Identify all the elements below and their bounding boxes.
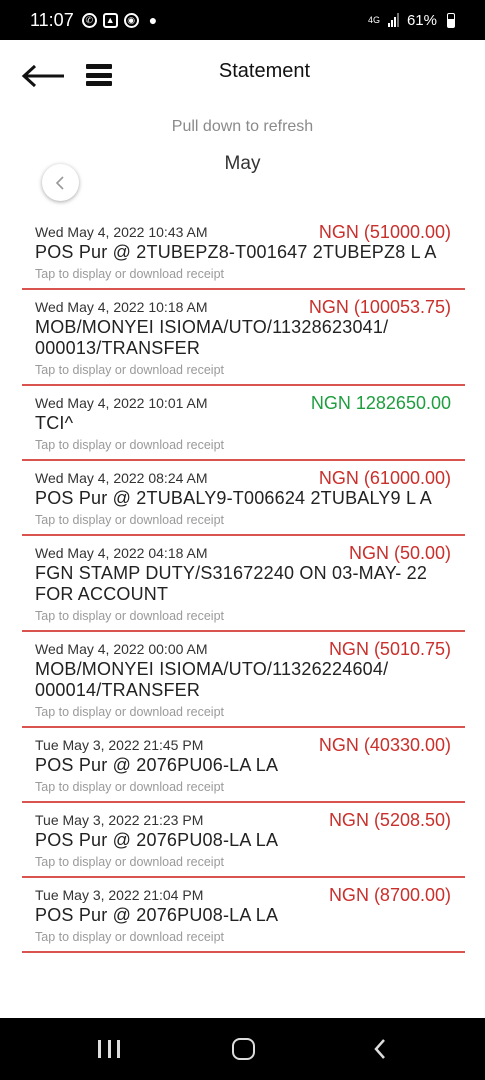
transaction-row[interactable]: Wed May 4, 2022 10:43 AM NGN (51000.00) …	[22, 215, 465, 290]
network-type-icon: 4G	[367, 14, 380, 25]
transaction-row[interactable]: Tue May 3, 2022 21:45 PM NGN (40330.00) …	[22, 728, 465, 803]
receipt-hint-link[interactable]: Tap to display or download receipt	[35, 362, 451, 378]
transaction-row[interactable]: Wed May 4, 2022 04:18 AM NGN (50.00) FGN…	[22, 536, 465, 632]
home-icon[interactable]	[232, 1038, 255, 1060]
notification-icons: ✆ ▲ ◉ ●	[81, 12, 158, 28]
transaction-amount: NGN (5010.75)	[328, 639, 451, 659]
whatsapp-icon: ✆	[81, 12, 97, 28]
battery-percentage: 61%	[406, 11, 437, 29]
transaction-description: POS Pur @ 2TUBEPZ8-T001647 2TUBEPZ8 L A	[35, 242, 437, 262]
receipt-hint-link[interactable]: Tap to display or download receipt	[35, 854, 451, 870]
transaction-row[interactable]: Wed May 4, 2022 00:00 AM NGN (5010.75) M…	[22, 632, 465, 728]
transaction-description: POS Pur @ 2TUBALY9-T006624 2TUBALY9 L A	[35, 488, 432, 508]
app-header: Statement	[0, 40, 485, 110]
transaction-amount: NGN (5208.50)	[328, 810, 451, 830]
receipt-hint-link[interactable]: Tap to display or download receipt	[35, 512, 451, 528]
transaction-amount: NGN (50.00)	[348, 543, 451, 563]
previous-month-button[interactable]	[42, 164, 79, 201]
transaction-row[interactable]: Wed May 4, 2022 10:18 AM NGN (100053.75)…	[22, 290, 465, 386]
transaction-row[interactable]: Wed May 4, 2022 10:01 AM NGN 1282650.00 …	[22, 386, 465, 461]
transaction-description: MOB/MONYEI ISIOMA/UTO/11328623041/ 00001…	[35, 317, 389, 358]
recent-apps-icon[interactable]	[98, 1040, 120, 1058]
signal-icon	[387, 13, 399, 27]
receipt-hint-link[interactable]: Tap to display or download receipt	[35, 929, 451, 945]
transaction-amount: NGN (40330.00)	[318, 735, 451, 755]
transaction-row[interactable]: Wed May 4, 2022 08:24 AM NGN (61000.00) …	[22, 461, 465, 536]
transaction-amount: NGN (8700.00)	[328, 885, 451, 905]
system-navigation-bar	[0, 1018, 485, 1080]
transaction-description: POS Pur @ 2076PU08-LA LA	[35, 905, 279, 925]
transaction-row[interactable]: Tue May 3, 2022 21:04 PM NGN (8700.00) P…	[22, 878, 465, 953]
receipt-hint-link[interactable]: Tap to display or download receipt	[35, 779, 451, 795]
transaction-description: POS Pur @ 2076PU06-LA LA	[35, 755, 279, 775]
system-status: 4G 61%	[368, 12, 455, 29]
battery-icon	[447, 12, 455, 28]
gallery-icon: ▲	[102, 12, 118, 28]
status-bar: 11:07 ✆ ▲ ◉ ● 4G 61%	[0, 0, 485, 40]
receipt-hint-link[interactable]: Tap to display or download receipt	[35, 437, 451, 453]
transaction-amount: NGN (100053.75)	[308, 297, 451, 317]
receipt-hint-link[interactable]: Tap to display or download receipt	[35, 266, 451, 282]
transaction-amount: NGN 1282650.00	[310, 393, 451, 413]
transaction-list[interactable]: Wed May 4, 2022 10:43 AM NGN (51000.00) …	[22, 215, 465, 1018]
transaction-description: POS Pur @ 2076PU08-LA LA	[35, 830, 279, 850]
transaction-description: MOB/MONYEI ISIOMA/UTO/11326224604/ 00001…	[35, 659, 389, 700]
transaction-description: FGN STAMP DUTY/S31672240 ON 03-MAY- 22 F…	[35, 563, 428, 604]
transaction-amount: NGN (61000.00)	[318, 468, 451, 488]
nav-back-icon[interactable]	[372, 1037, 388, 1061]
status-time: 11:07	[30, 9, 74, 30]
chrome-icon: ◉	[123, 12, 139, 28]
transaction-description: TCI^	[35, 413, 74, 433]
transaction-amount: NGN (51000.00)	[318, 222, 451, 242]
pull-to-refresh-hint: Pull down to refresh	[171, 118, 314, 135]
transaction-row[interactable]: Tue May 3, 2022 21:23 PM NGN (5208.50) P…	[22, 803, 465, 878]
more-notifications-icon: ●	[148, 12, 158, 28]
chevron-left-icon	[55, 175, 64, 190]
receipt-hint-link[interactable]: Tap to display or download receipt	[35, 704, 451, 720]
receipt-hint-link[interactable]: Tap to display or download receipt	[35, 608, 451, 624]
page-title: Statement	[218, 60, 311, 82]
